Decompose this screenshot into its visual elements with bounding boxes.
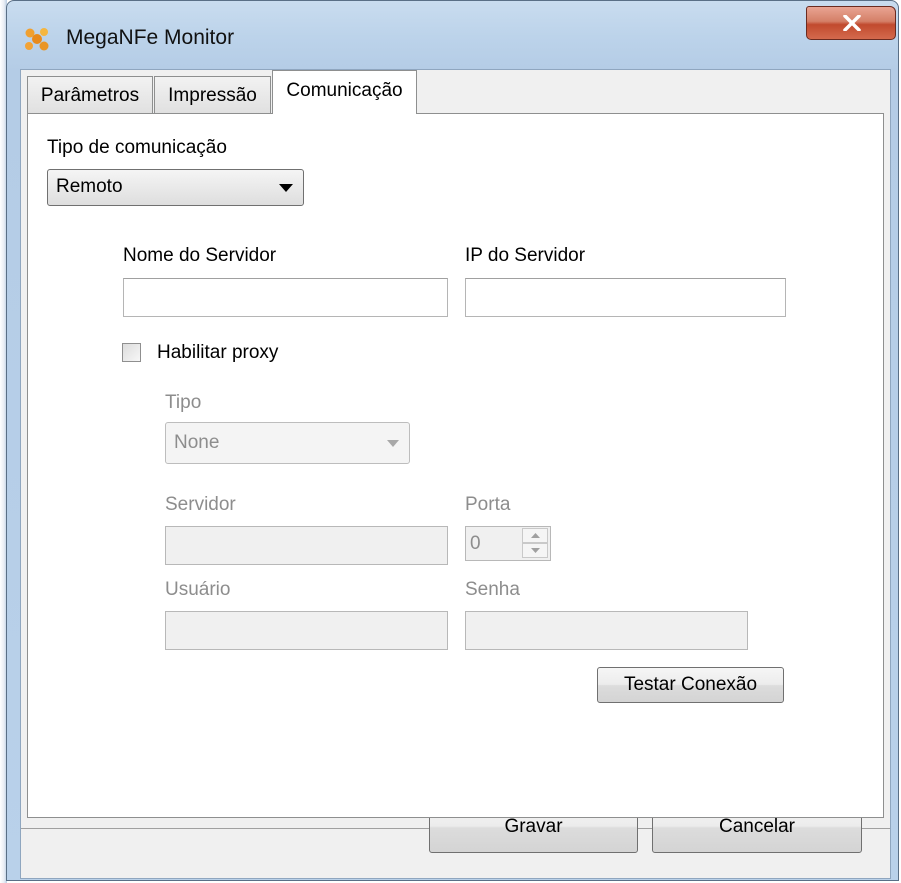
comunicacao-tab-page: Tipo de comunicação Remoto Nome do Servi… — [27, 113, 884, 818]
tab-parametros[interactable]: Parâmetros — [27, 76, 153, 114]
close-button[interactable] — [806, 6, 896, 40]
testar-conexao-button[interactable]: Testar Conexão — [597, 667, 784, 703]
porta-decrement-button[interactable] — [522, 543, 548, 558]
proxy-senha-input[interactable] — [465, 611, 748, 650]
dialog-client-area: Parâmetros Impressão Comunicação Tipo de… — [20, 69, 891, 879]
tab-comunicacao[interactable]: Comunicação — [272, 70, 417, 114]
porta-increment-button[interactable] — [522, 528, 548, 543]
proxy-senha-label: Senha — [465, 579, 520, 600]
title-bar[interactable]: MegaNFe Monitor — [6, 0, 899, 68]
arrow-up-icon — [531, 533, 540, 538]
chevron-down-icon — [279, 184, 293, 192]
meganfe-app-icon — [24, 27, 50, 51]
proxy-porta-label: Porta — [465, 494, 511, 515]
ip-servidor-label: IP do Servidor — [465, 245, 586, 266]
ip-servidor-input[interactable] — [465, 278, 786, 317]
proxy-servidor-input[interactable] — [165, 526, 448, 565]
close-x-icon — [843, 15, 861, 31]
arrow-down-icon — [531, 548, 540, 553]
proxy-porta-value: 0 — [470, 533, 481, 554]
chevron-down-icon — [387, 440, 399, 447]
proxy-servidor-label: Servidor — [165, 494, 236, 515]
habilitar-proxy-label[interactable]: Habilitar proxy — [157, 342, 278, 364]
habilitar-proxy-checkbox[interactable] — [122, 343, 141, 362]
tipo-comunicacao-label: Tipo de comunicação — [47, 137, 227, 158]
meganfe-monitor-window: MegaNFe Monitor Parâmetros Impressão Com… — [0, 0, 901, 883]
tipo-comunicacao-select[interactable]: Remoto — [47, 169, 304, 206]
proxy-tipo-value: None — [174, 432, 220, 453]
tab-impressao[interactable]: Impressão — [154, 76, 271, 114]
proxy-tipo-select[interactable]: None — [165, 422, 410, 464]
nome-servidor-label: Nome do Servidor — [123, 245, 277, 266]
tipo-comunicacao-value: Remoto — [56, 176, 123, 197]
proxy-tipo-label: Tipo — [165, 392, 202, 413]
proxy-porta-stepper[interactable]: 0 — [465, 526, 551, 561]
window-title: MegaNFe Monitor — [66, 26, 235, 49]
nome-servidor-input[interactable] — [123, 278, 448, 317]
proxy-usuario-input[interactable] — [165, 611, 448, 650]
proxy-usuario-label: Usuário — [165, 579, 231, 600]
